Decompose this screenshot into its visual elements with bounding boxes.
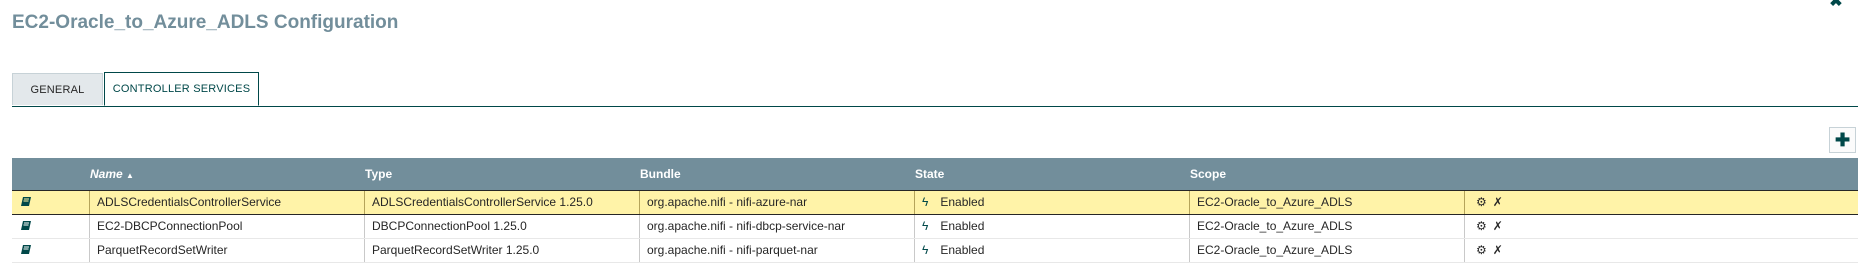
state-cell: ϟ Enabled [914, 215, 1189, 238]
book-icon[interactable] [21, 239, 31, 254]
book-icon[interactable] [21, 215, 31, 230]
tab-bar: General Controller Services [12, 72, 1858, 107]
details-cell [12, 239, 83, 262]
bundle-cell: org.apache.nifi - nifi-parquet-nar [639, 239, 914, 262]
controller-services-table: Name ▲ Type Bundle State Scope ADLSCrede… [12, 158, 1858, 263]
details-cell [12, 215, 83, 238]
actions-cell: ⚙ ✗ [1464, 239, 1858, 262]
add-controller-service-button[interactable]: ✚ [1829, 127, 1856, 153]
disable-icon[interactable]: ✗ [1493, 239, 1503, 262]
state-cell: ϟ Enabled [914, 239, 1189, 262]
state-label: Enabled [940, 243, 985, 257]
column-header-bundle[interactable]: Bundle [640, 158, 681, 190]
lightning-bolt-icon: ϟ [922, 243, 929, 257]
column-header-type[interactable]: Type [365, 158, 392, 190]
table-row[interactable]: EC2-DBCPConnectionPool DBCPConnectionPoo… [12, 215, 1858, 239]
name-header-label: Name [90, 167, 123, 181]
state-label: Enabled [940, 195, 985, 209]
gear-icon[interactable]: ⚙ [1476, 191, 1487, 214]
disable-icon[interactable]: ✗ [1493, 215, 1503, 238]
column-header-scope[interactable]: Scope [1190, 158, 1226, 190]
dialog-title: EC2-Oracle_to_Azure_ADLS Configuration [12, 12, 399, 33]
lightning-bolt-icon: ϟ [922, 195, 929, 209]
tab-controller-services[interactable]: Controller Services [104, 72, 259, 106]
bundle-cell: org.apache.nifi - nifi-azure-nar [639, 191, 914, 214]
actions-cell: ⚙ ✗ [1464, 215, 1858, 238]
column-header-name[interactable]: Name ▲ [90, 158, 134, 190]
close-icon[interactable]: ✖ [1828, 0, 1844, 10]
column-header-state[interactable]: State [915, 158, 944, 190]
name-cell: EC2-DBCPConnectionPool [89, 215, 364, 238]
type-cell: ParquetRecordSetWriter 1.25.0 [364, 239, 639, 262]
bundle-cell: org.apache.nifi - nifi-dbcp-service-nar [639, 215, 914, 238]
table-row[interactable]: ParquetRecordSetWriter ParquetRecordSetW… [12, 239, 1858, 263]
disable-icon[interactable]: ✗ [1493, 191, 1503, 214]
scope-cell: EC2-Oracle_to_Azure_ADLS [1189, 239, 1464, 262]
gear-icon[interactable]: ⚙ [1476, 239, 1487, 262]
plus-icon: ✚ [1834, 129, 1851, 150]
name-cell: ADLSCredentialsControllerService [89, 191, 364, 214]
details-cell [12, 191, 83, 214]
sort-ascending-icon: ▲ [126, 171, 134, 180]
name-cell: ParquetRecordSetWriter [89, 239, 364, 262]
tab-general[interactable]: General [12, 73, 103, 105]
book-icon[interactable] [21, 191, 31, 206]
scope-cell: EC2-Oracle_to_Azure_ADLS [1189, 191, 1464, 214]
scope-cell: EC2-Oracle_to_Azure_ADLS [1189, 215, 1464, 238]
state-cell: ϟ Enabled [914, 191, 1189, 214]
lightning-bolt-icon: ϟ [922, 219, 929, 233]
table-row[interactable]: ADLSCredentialsControllerService ADLSCre… [12, 190, 1858, 215]
type-cell: DBCPConnectionPool 1.25.0 [364, 215, 639, 238]
table-header: Name ▲ Type Bundle State Scope [12, 158, 1858, 190]
actions-cell: ⚙ ✗ [1464, 191, 1858, 214]
gear-icon[interactable]: ⚙ [1476, 215, 1487, 238]
type-cell: ADLSCredentialsControllerService 1.25.0 [364, 191, 639, 214]
state-label: Enabled [940, 219, 985, 233]
